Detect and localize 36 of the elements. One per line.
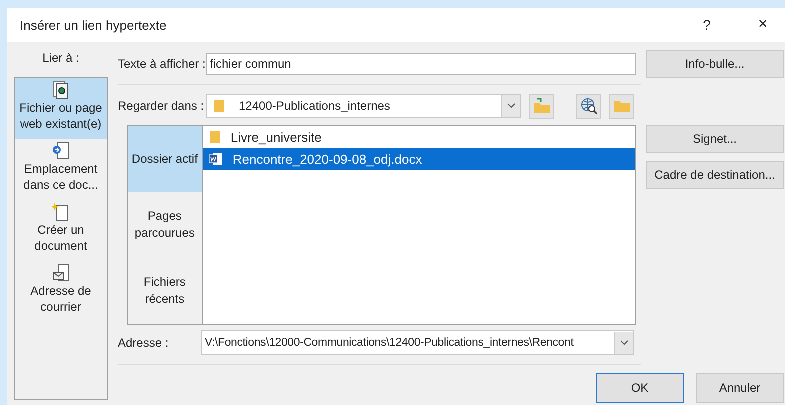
cancel-button[interactable]: Annuler <box>696 373 784 403</box>
caret-icon <box>620 340 628 346</box>
document-globe-icon <box>53 81 69 99</box>
places-tab[interactable]: Fichiers récents <box>128 258 202 324</box>
file-list-item[interactable]: Livre_universite <box>202 126 635 148</box>
places-tab[interactable]: Pages parcourues <box>128 192 202 258</box>
file-list-item[interactable]: Rencontre_2020-09-08_odj.docx <box>202 148 635 170</box>
caret-icon <box>506 103 516 109</box>
up-folder-button[interactable] <box>529 94 554 118</box>
link-type-item[interactable]: Fichier ou page web existant(e) <box>15 78 107 139</box>
document-arrow-icon <box>52 142 70 160</box>
look-in-dropdown[interactable]: 12400-Publications_internes <box>206 94 521 118</box>
link-type-item[interactable]: Adresse de courrier <box>15 261 107 322</box>
word-document-icon <box>208 152 223 166</box>
window-title: Insérer un lien hypertexte <box>20 18 168 32</box>
display-text-field[interactable]: fichier commun <box>206 53 636 75</box>
screentip-button[interactable]: Info-bulle... <box>646 50 784 78</box>
address-label: Adresse : <box>118 336 170 350</box>
folder-arrow-icon <box>532 98 550 114</box>
mail-document-icon <box>52 264 70 282</box>
browse-file-button[interactable] <box>609 94 634 118</box>
globe-search-icon <box>580 97 598 115</box>
browse-web-button[interactable] <box>576 94 601 118</box>
address-dropdown[interactable]: V:\Fonctions\12000-Communications\12400-Publications_internes\Rencont <box>201 330 634 355</box>
close-button[interactable]: × <box>741 10 785 40</box>
bookmark-button[interactable]: Signet... <box>646 125 784 153</box>
display-text-label: Texte à afficher : <box>118 57 206 71</box>
look-in-label: Regarder dans : <box>118 99 206 113</box>
places-tab[interactable]: Dossier actif <box>128 126 202 192</box>
new-document-icon <box>52 203 70 221</box>
link-type-item[interactable]: Emplacement dans ce doc... <box>15 139 107 200</box>
help-button[interactable]: ? <box>685 10 729 40</box>
link-type-item[interactable]: Créer un document <box>15 200 107 261</box>
target-frame-button[interactable]: Cadre de destination... <box>646 161 784 189</box>
link-to-label: Lier à : <box>42 50 80 67</box>
ok-button[interactable]: OK <box>596 373 684 403</box>
